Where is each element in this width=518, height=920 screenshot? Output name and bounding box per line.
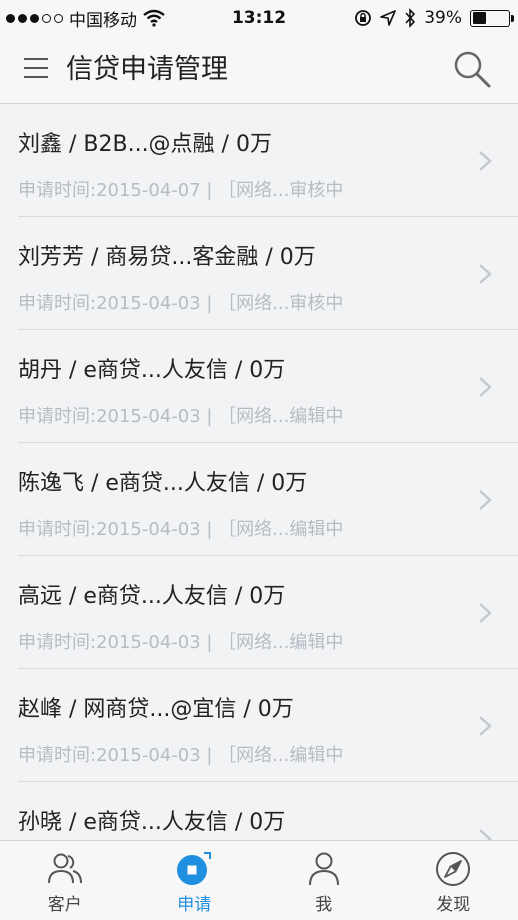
application-subtitle: 申请时间:2015-04-03 | ［网络...编辑中 <box>18 745 344 766</box>
tab-label: 客户 <box>47 895 82 915</box>
application-list: 刘鑫 / B2B...@点融 / 0万 申请时间:2015-04-07 | ［网… <box>0 104 518 840</box>
tab-customers[interactable]: 客户 <box>0 841 130 920</box>
rotation-lock-icon <box>355 10 372 26</box>
tab-label: 申请 <box>177 895 212 915</box>
application-item[interactable]: 刘鑫 / B2B...@点融 / 0万 申请时间:2015-04-07 | ［网… <box>0 104 518 217</box>
chevron-right-icon <box>479 603 492 623</box>
tab-me[interactable]: 我 <box>259 841 389 920</box>
apply-icon <box>177 852 212 885</box>
application-item[interactable]: 孙晓 / e商贷...人友信 / 0万 <box>0 782 518 840</box>
chevron-right-icon <box>479 151 492 171</box>
page-title: 信贷申请管理 <box>66 54 228 85</box>
battery-icon <box>470 9 514 27</box>
tab-apply[interactable]: 申请 <box>130 841 260 920</box>
person-icon <box>308 852 339 886</box>
location-icon <box>380 10 397 26</box>
application-title: 陈逸飞 / e商贷...人友信 / 0万 <box>18 471 308 496</box>
compass-icon <box>436 852 471 886</box>
status-right: 39% <box>354 0 514 36</box>
bluetooth-icon <box>405 8 416 28</box>
chevron-right-icon <box>479 377 492 397</box>
application-title: 刘鑫 / B2B...@点融 / 0万 <box>18 132 272 157</box>
nav-bar: 信贷申请管理 <box>0 36 518 104</box>
menu-icon[interactable] <box>24 58 48 80</box>
customers-icon <box>47 853 82 884</box>
application-title: 高远 / e商贷...人友信 / 0万 <box>18 584 286 609</box>
application-subtitle: 申请时间:2015-04-03 | ［网络...编辑中 <box>18 632 344 653</box>
tab-discover[interactable]: 发现 <box>389 841 518 920</box>
application-item[interactable]: 刘芳芳 / 商易贷...客金融 / 0万 申请时间:2015-04-03 | ［… <box>0 217 518 330</box>
application-item[interactable]: 高远 / e商贷...人友信 / 0万 申请时间:2015-04-03 | ［网… <box>0 556 518 669</box>
application-item[interactable]: 陈逸飞 / e商贷...人友信 / 0万 申请时间:2015-04-03 | ［… <box>0 443 518 556</box>
application-title: 胡丹 / e商贷...人友信 / 0万 <box>18 358 286 383</box>
chevron-right-icon <box>479 829 492 840</box>
tab-label: 我 <box>315 895 333 915</box>
application-subtitle: 申请时间:2015-04-03 | ［网络...审核中 <box>18 293 344 314</box>
application-subtitle: 申请时间:2015-04-03 | ［网络...编辑中 <box>18 519 344 540</box>
chevron-right-icon <box>479 490 492 510</box>
chevron-right-icon <box>479 264 492 284</box>
application-item[interactable]: 赵峰 / 网商贷...@宜信 / 0万 申请时间:2015-04-03 | ［网… <box>0 669 518 782</box>
application-subtitle: 申请时间:2015-04-03 | ［网络...编辑中 <box>18 406 344 427</box>
application-item[interactable]: 胡丹 / e商贷...人友信 / 0万 申请时间:2015-04-03 | ［网… <box>0 330 518 443</box>
status-bar: 中国移动 13:12 39% <box>0 0 518 36</box>
application-title: 刘芳芳 / 商易贷...客金融 / 0万 <box>18 245 316 270</box>
application-title: 赵峰 / 网商贷...@宜信 / 0万 <box>18 697 294 722</box>
tab-label: 发现 <box>436 895 471 915</box>
chevron-right-icon <box>479 716 492 736</box>
search-icon[interactable] <box>452 49 492 89</box>
battery-percent: 39% <box>424 8 462 28</box>
tab-bar: 客户 申请 我 发现 <box>0 840 518 920</box>
application-title: 孙晓 / e商贷...人友信 / 0万 <box>18 810 286 835</box>
application-subtitle: 申请时间:2015-04-07 | ［网络...审核中 <box>18 180 344 201</box>
